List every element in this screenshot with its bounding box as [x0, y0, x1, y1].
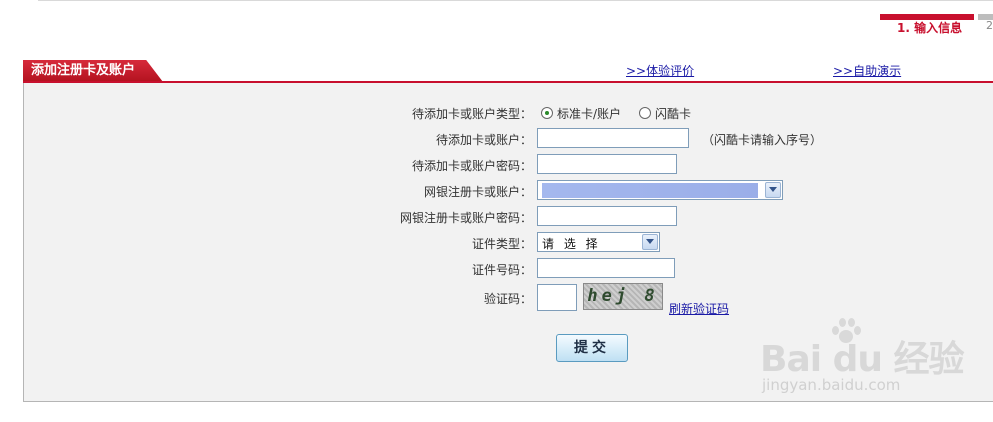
- chevron-down-icon[interactable]: [642, 234, 658, 250]
- watermark-brand: Bai du 经验: [760, 339, 965, 380]
- link-arrow: >>: [626, 64, 647, 78]
- step-1-label: 1. 输入信息: [897, 21, 963, 35]
- card-hint: （闪酷卡请输入序号）: [702, 133, 823, 147]
- demo-link[interactable]: >>自助演示: [833, 62, 901, 79]
- card-password-input[interactable]: [537, 154, 677, 174]
- type-label: 待添加卡或账户类型：: [411, 107, 532, 121]
- top-divider: [38, 0, 993, 1]
- captcha-label: 验证码：: [483, 292, 532, 306]
- password-label: 待添加卡或账户密码：: [411, 159, 532, 173]
- reg-card-select[interactable]: [537, 180, 783, 200]
- page-title-tab: 添加注册卡及账户: [23, 60, 163, 82]
- watermark-url: jingyan.baidu.com: [762, 376, 901, 394]
- id-number-label: 证件号码：: [471, 263, 532, 277]
- experience-link[interactable]: >>体验评价: [626, 62, 694, 79]
- reg-card-label: 网银注册卡或账户：: [423, 185, 532, 199]
- card-label: 待添加卡或账户：: [435, 133, 532, 147]
- chevron-down-icon[interactable]: [765, 182, 781, 198]
- radio-standard-card[interactable]: [541, 107, 553, 119]
- captcha-input[interactable]: [537, 284, 577, 311]
- reg-password-label: 网银注册卡或账户密码：: [399, 211, 532, 225]
- link-arrow: >>: [833, 64, 854, 78]
- id-type-select[interactable]: 请 选 择: [537, 232, 660, 252]
- radio-standard-card-label: 标准卡/账户: [557, 107, 622, 121]
- redacted-value: [542, 183, 758, 198]
- reg-password-input[interactable]: [537, 206, 677, 226]
- step-2-label: 2: [986, 19, 993, 32]
- radio-flash-card-label: 闪酷卡: [655, 107, 692, 121]
- captcha-image: hej 8: [583, 283, 663, 310]
- radio-flash-card[interactable]: [639, 107, 651, 119]
- id-number-input[interactable]: [537, 258, 675, 278]
- id-type-value: 请 选 择: [542, 237, 601, 251]
- id-type-label: 证件类型：: [471, 237, 532, 251]
- refresh-captcha-link[interactable]: 刷新验证码: [669, 300, 729, 317]
- card-input[interactable]: [537, 128, 689, 148]
- submit-button[interactable]: 提交: [556, 334, 628, 362]
